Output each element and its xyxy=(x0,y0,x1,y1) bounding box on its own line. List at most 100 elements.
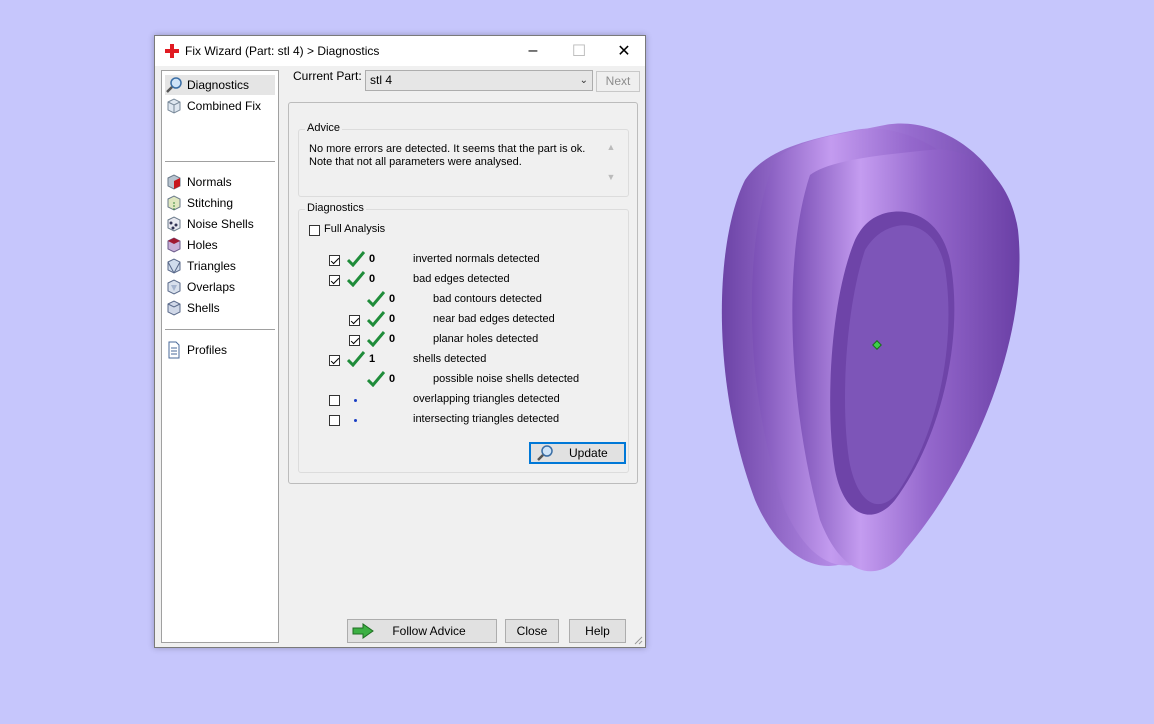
row-text: near bad edges detected xyxy=(433,313,555,325)
advice-scrollbar[interactable]: ▲ ▼ xyxy=(604,142,618,188)
advice-group: Advice No more errors are detected. It s… xyxy=(298,122,629,197)
current-part-value: stl 4 xyxy=(370,73,393,87)
current-part-select[interactable]: stl 4 ⌄ xyxy=(365,70,593,91)
chevron-down-icon: ⌄ xyxy=(579,75,588,86)
advice-line-2: Note that not all parameters were analys… xyxy=(309,156,522,168)
check-icon xyxy=(367,331,385,347)
diag-row-inverted-normals: 0 inverted normals detected xyxy=(299,250,629,270)
sidebar-divider xyxy=(165,329,275,330)
diag-row-near-bad-edges: 0 near bad edges detected xyxy=(299,310,629,330)
check-icon xyxy=(347,351,365,367)
update-button[interactable]: Update xyxy=(529,442,626,464)
maximize-button[interactable]: ☐ xyxy=(556,36,602,66)
sidebar: Diagnostics Combined Fix Normals Stitchi… xyxy=(161,70,279,643)
fix-wizard-window: Fix Wizard (Part: stl 4) > Diagnostics –… xyxy=(154,35,646,648)
green-arrow-icon xyxy=(352,623,374,639)
check-icon xyxy=(347,271,365,287)
overlaps-cube-icon xyxy=(167,279,181,295)
current-part-label: Current Part: xyxy=(293,69,362,83)
diagnostics-title: Diagnostics xyxy=(305,202,366,214)
resize-grip-icon[interactable] xyxy=(633,635,643,645)
cube-icon xyxy=(167,98,181,114)
title-bar[interactable]: Fix Wizard (Part: stl 4) > Diagnostics –… xyxy=(155,36,645,66)
row-text: overlapping triangles detected xyxy=(413,393,560,405)
sidebar-item-diagnostics[interactable]: Diagnostics xyxy=(165,75,275,95)
row-text: planar holes detected xyxy=(433,333,539,345)
row-text: intersecting triangles detected xyxy=(413,413,560,425)
diag-row-planar-holes: 0 planar holes detected xyxy=(299,330,629,350)
document-icon xyxy=(168,341,180,359)
ring-3d-model[interactable] xyxy=(705,120,1035,590)
sidebar-item-label: Noise Shells xyxy=(187,217,254,231)
check-icon xyxy=(367,371,385,387)
minimize-button[interactable]: – xyxy=(510,36,556,66)
row-count: 0 xyxy=(369,273,376,285)
sidebar-item-normals[interactable]: Normals xyxy=(165,172,275,192)
advice-text: No more errors are detected. It seems th… xyxy=(309,143,589,169)
sidebar-item-stitching[interactable]: Stitching xyxy=(165,193,275,213)
diag-row-intersecting-triangles: intersecting triangles detected xyxy=(299,410,629,430)
shells-cube-icon xyxy=(167,300,181,316)
row-count: 0 xyxy=(389,293,396,305)
row-count: 0 xyxy=(389,333,396,345)
sidebar-item-noise-shells[interactable]: Noise Shells xyxy=(165,214,275,234)
sidebar-item-label: Overlaps xyxy=(187,280,236,294)
diagnostics-panel: Advice No more errors are detected. It s… xyxy=(288,102,638,484)
sidebar-item-label: Combined Fix xyxy=(187,99,262,113)
advice-title: Advice xyxy=(305,122,343,134)
normals-cube-icon xyxy=(167,174,181,190)
sidebar-item-label: Profiles xyxy=(187,343,228,357)
row-checkbox[interactable] xyxy=(329,395,340,406)
row-text: bad contours detected xyxy=(433,293,542,305)
sidebar-item-label: Shells xyxy=(187,301,220,315)
not-analysed-icon xyxy=(354,419,357,422)
full-analysis-label: Full Analysis xyxy=(324,223,386,235)
row-checkbox[interactable] xyxy=(329,415,340,426)
check-icon xyxy=(367,291,385,307)
sidebar-item-label: Diagnostics xyxy=(187,78,250,92)
diag-row-noise-shells: 0 possible noise shells detected xyxy=(299,370,629,390)
row-checkbox[interactable] xyxy=(329,355,340,366)
close-button[interactable]: Close xyxy=(505,619,559,643)
sidebar-item-overlaps[interactable]: Overlaps xyxy=(165,277,275,297)
diag-row-shells: 1 shells detected xyxy=(299,350,629,370)
diag-row-overlapping-triangles: overlapping triangles detected xyxy=(299,390,629,410)
sidebar-item-profiles[interactable]: Profiles xyxy=(165,340,275,360)
sidebar-item-label: Stitching xyxy=(187,196,234,210)
holes-cube-icon xyxy=(167,237,181,253)
diagnostics-group: Diagnostics Full Analysis 0 inverted nor… xyxy=(298,202,629,473)
not-analysed-icon xyxy=(354,399,357,402)
next-button[interactable]: Next xyxy=(596,71,640,92)
check-icon xyxy=(347,251,365,267)
noise-shells-icon xyxy=(167,216,181,232)
sidebar-item-label: Triangles xyxy=(187,259,236,273)
row-count: 0 xyxy=(389,313,396,325)
help-button[interactable]: Help xyxy=(569,619,626,643)
stitching-cube-icon xyxy=(167,195,181,211)
row-checkbox[interactable] xyxy=(329,275,340,286)
row-text: possible noise shells detected xyxy=(433,373,580,385)
sidebar-item-label: Normals xyxy=(187,175,232,189)
close-window-button[interactable]: ✕ xyxy=(601,36,647,66)
row-text: shells detected xyxy=(413,353,487,365)
row-checkbox[interactable] xyxy=(349,315,360,326)
diag-row-bad-edges: 0 bad edges detected xyxy=(299,270,629,290)
row-count: 0 xyxy=(389,373,396,385)
magnifier-icon xyxy=(537,445,553,461)
window-title: Fix Wizard (Part: stl 4) > Diagnostics xyxy=(185,44,380,58)
row-checkbox[interactable] xyxy=(349,335,360,346)
sidebar-item-label: Holes xyxy=(187,238,218,252)
row-checkbox[interactable] xyxy=(329,255,340,266)
magnifier-icon xyxy=(166,77,182,93)
check-icon xyxy=(367,311,385,327)
sidebar-item-combined-fix[interactable]: Combined Fix xyxy=(165,96,275,116)
full-analysis-checkbox[interactable] xyxy=(309,225,320,236)
follow-advice-button[interactable]: Follow Advice xyxy=(347,619,497,643)
row-text: inverted normals detected xyxy=(413,253,540,265)
advice-line-1: No more errors are detected. It seems th… xyxy=(309,143,586,155)
sidebar-item-holes[interactable]: Holes xyxy=(165,235,275,255)
sidebar-item-shells[interactable]: Shells xyxy=(165,298,275,318)
sidebar-divider xyxy=(165,161,275,162)
sidebar-item-triangles[interactable]: Triangles xyxy=(165,256,275,276)
red-cross-icon xyxy=(165,44,179,58)
